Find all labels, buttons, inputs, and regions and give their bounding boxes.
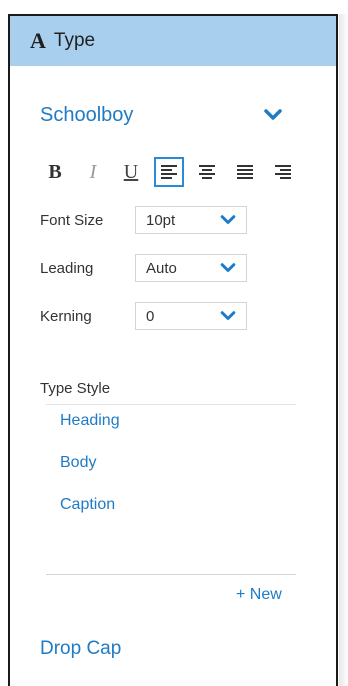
type-panel: A Type Schoolboy B I U Font Size 10pt Le… [8, 14, 338, 686]
kerning-value: 0 [146, 307, 155, 325]
chevron-down-icon [220, 263, 236, 272]
type-style-item-caption[interactable]: Caption [60, 496, 115, 514]
type-style-item-body[interactable]: Body [60, 454, 96, 472]
leading-select[interactable]: Auto [135, 254, 247, 282]
align-left-icon [161, 165, 177, 179]
leading-row: Leading Auto [40, 254, 247, 282]
font-family-dropdown[interactable]: Schoolboy [40, 100, 285, 130]
font-family-name: Schoolboy [40, 103, 134, 126]
font-size-value: 10pt [146, 211, 176, 229]
format-toolbar: B I U [40, 156, 306, 188]
font-size-row: Font Size 10pt [40, 206, 247, 234]
type-style-label: Type Style [40, 380, 111, 397]
drop-cap-section[interactable]: Drop Cap [40, 638, 121, 660]
align-right-button[interactable] [268, 157, 298, 187]
align-justify-button[interactable] [230, 157, 260, 187]
align-left-button[interactable] [154, 157, 184, 187]
kerning-row: Kerning 0 [40, 302, 247, 330]
type-icon: A [30, 28, 46, 53]
italic-button[interactable]: I [78, 157, 108, 187]
divider [46, 574, 296, 575]
font-size-label: Font Size [40, 211, 104, 229]
align-right-icon [275, 165, 291, 179]
leading-label: Leading [40, 259, 94, 277]
align-justify-icon [237, 165, 253, 179]
panel-title: Type [53, 30, 96, 51]
divider [46, 404, 296, 405]
align-center-button[interactable] [192, 157, 222, 187]
underline-button[interactable]: U [116, 157, 146, 187]
new-type-style-button[interactable]: + New [236, 586, 282, 604]
panel-edge [339, 14, 348, 686]
type-style-item-heading[interactable]: Heading [60, 412, 120, 430]
bold-button[interactable]: B [40, 157, 70, 187]
kerning-label: Kerning [40, 307, 92, 325]
panel-header: A Type [10, 16, 336, 66]
font-size-select[interactable]: 10pt [135, 206, 247, 234]
leading-value: Auto [146, 259, 177, 277]
chevron-down-icon [220, 215, 236, 224]
chevron-down-icon [220, 311, 236, 320]
chevron-down-icon [264, 109, 282, 120]
kerning-select[interactable]: 0 [135, 302, 247, 330]
align-center-icon [199, 165, 215, 179]
